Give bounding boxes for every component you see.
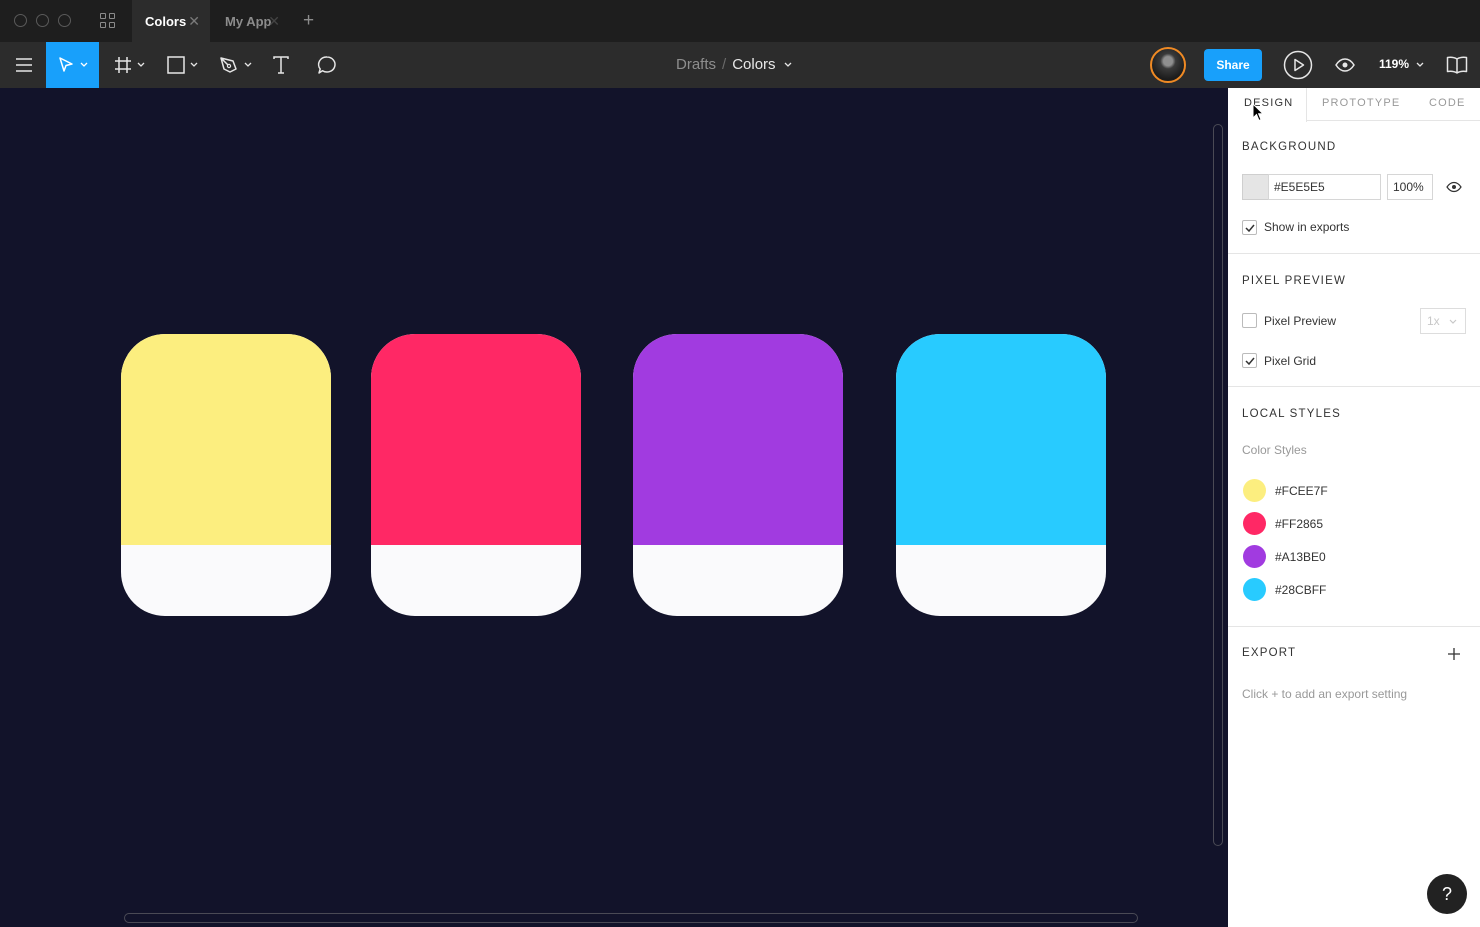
properties-panel: DESIGN PROTOTYPE CODE BACKGROUND #E5E5E5… bbox=[1228, 88, 1480, 927]
chevron-down-icon[interactable] bbox=[784, 62, 792, 68]
swatch-card-red[interactable] bbox=[371, 334, 581, 616]
swatch-card-purple[interactable] bbox=[633, 334, 843, 616]
swatch-fill bbox=[371, 334, 581, 545]
chevron-down-icon bbox=[244, 62, 251, 67]
view-settings-button[interactable] bbox=[1331, 42, 1359, 88]
local-styles-section-title: LOCAL STYLES bbox=[1242, 408, 1341, 420]
tab-label: Colors bbox=[145, 13, 187, 29]
chevron-down-icon bbox=[1416, 62, 1424, 67]
pixel-grid-label: Pixel Grid bbox=[1264, 354, 1317, 368]
color-style-name[interactable]: #FF2865 bbox=[1275, 517, 1323, 531]
swatch-fill bbox=[633, 334, 843, 545]
breadcrumb-separator: / bbox=[722, 56, 727, 73]
background-section-title: BACKGROUND bbox=[1242, 141, 1337, 153]
swatch-fill bbox=[896, 334, 1106, 545]
frame-icon bbox=[114, 57, 131, 73]
chevron-down-icon bbox=[1449, 319, 1457, 324]
tab-prototype[interactable]: PROTOTYPE bbox=[1322, 97, 1400, 109]
close-tab-icon[interactable]: ✕ bbox=[268, 13, 280, 30]
move-tool-button[interactable] bbox=[46, 42, 99, 88]
chevron-down-icon bbox=[80, 62, 88, 67]
comment-icon bbox=[317, 56, 336, 74]
cursor-arrow-icon bbox=[59, 57, 73, 72]
swatch-card-yellow[interactable] bbox=[121, 334, 331, 616]
eye-icon[interactable] bbox=[1446, 181, 1462, 193]
breadcrumb-file-name[interactable]: Colors bbox=[732, 56, 775, 73]
pen-icon bbox=[219, 57, 237, 73]
share-button[interactable]: Share bbox=[1204, 49, 1262, 81]
add-export-icon[interactable] bbox=[1448, 648, 1460, 660]
toolbar: Drafts / Colors Share 119% bbox=[0, 42, 1480, 88]
pixel-scale-value: 1x bbox=[1427, 314, 1440, 328]
avatar[interactable] bbox=[1150, 47, 1186, 83]
rectangle-icon bbox=[166, 56, 185, 74]
tab-colors[interactable]: Colors ✕ bbox=[132, 0, 210, 42]
app-window: Colors ✕ My App ✕ + Drafts / Colors Shar… bbox=[0, 0, 1480, 927]
new-tab-icon[interactable]: + bbox=[303, 10, 314, 32]
play-icon bbox=[1283, 50, 1313, 80]
color-style-name[interactable]: #FCEE7F bbox=[1275, 484, 1328, 498]
divider bbox=[1228, 386, 1480, 387]
color-style-dot[interactable] bbox=[1243, 479, 1266, 502]
color-style-dot[interactable] bbox=[1243, 512, 1266, 535]
divider bbox=[1228, 626, 1480, 627]
comment-tool-button[interactable] bbox=[311, 42, 343, 88]
shape-tool-button[interactable] bbox=[161, 42, 203, 88]
close-tab-icon[interactable]: ✕ bbox=[188, 13, 200, 30]
color-style-dot[interactable] bbox=[1243, 545, 1266, 568]
export-hint: Click + to add an export setting bbox=[1242, 687, 1408, 701]
show-in-exports-checkbox[interactable] bbox=[1242, 220, 1257, 235]
swatch-card-blue[interactable] bbox=[896, 334, 1106, 616]
horizontal-scrollbar[interactable] bbox=[124, 913, 1138, 923]
breadcrumb: Drafts / Colors bbox=[676, 56, 792, 73]
book-icon bbox=[1446, 56, 1468, 74]
canvas[interactable] bbox=[0, 88, 1228, 927]
panel-tabs: DESIGN PROTOTYPE CODE bbox=[1228, 88, 1480, 122]
swatch-fill bbox=[121, 334, 331, 545]
window-maximize-button[interactable] bbox=[58, 14, 71, 27]
file-browser-icon[interactable] bbox=[100, 13, 116, 29]
main-menu-icon[interactable] bbox=[8, 42, 40, 88]
chevron-down-icon bbox=[137, 62, 144, 67]
tab-code[interactable]: CODE bbox=[1429, 97, 1466, 109]
show-in-exports-label: Show in exports bbox=[1264, 220, 1350, 234]
background-opacity-input[interactable]: 100% bbox=[1387, 174, 1433, 200]
window-minimize-button[interactable] bbox=[36, 14, 49, 27]
divider bbox=[1228, 253, 1480, 254]
present-button[interactable] bbox=[1282, 42, 1314, 88]
zoom-dropdown[interactable]: 119% bbox=[1379, 57, 1424, 71]
tab-bar: Colors ✕ My App ✕ + bbox=[0, 0, 1480, 42]
background-hex-input[interactable]: #E5E5E5 bbox=[1268, 174, 1381, 200]
text-tool-button[interactable] bbox=[266, 42, 296, 88]
color-style-dot[interactable] bbox=[1243, 578, 1266, 601]
vertical-scrollbar[interactable] bbox=[1213, 124, 1223, 846]
color-styles-heading: Color Styles bbox=[1242, 443, 1307, 457]
pixel-grid-checkbox[interactable] bbox=[1242, 353, 1257, 368]
pen-tool-button[interactable] bbox=[214, 42, 256, 88]
breadcrumb-drafts[interactable]: Drafts bbox=[676, 56, 716, 73]
eye-icon bbox=[1335, 58, 1355, 72]
checkmark-icon bbox=[1244, 357, 1255, 365]
chevron-down-icon bbox=[190, 62, 197, 67]
export-section-title: EXPORT bbox=[1242, 647, 1297, 659]
frame-tool-button[interactable] bbox=[108, 42, 150, 88]
zoom-level: 119% bbox=[1379, 57, 1410, 71]
library-button[interactable] bbox=[1442, 42, 1472, 88]
mouse-cursor-icon bbox=[1252, 103, 1264, 122]
tab-my-app[interactable]: My App ✕ bbox=[212, 0, 290, 42]
help-button[interactable]: ? bbox=[1427, 874, 1467, 914]
checkmark-icon bbox=[1244, 224, 1255, 232]
pixel-preview-label: Pixel Preview bbox=[1264, 314, 1337, 328]
tab-label: My App bbox=[225, 13, 272, 29]
color-style-name[interactable]: #A13BE0 bbox=[1275, 550, 1326, 564]
pixel-preview-section-title: PIXEL PREVIEW bbox=[1242, 275, 1347, 287]
window-close-button[interactable] bbox=[14, 14, 27, 27]
color-style-name[interactable]: #28CBFF bbox=[1275, 583, 1326, 597]
pixel-scale-select[interactable]: 1x bbox=[1420, 308, 1466, 334]
text-icon bbox=[273, 56, 289, 74]
pixel-preview-checkbox[interactable] bbox=[1242, 313, 1257, 328]
background-color-swatch[interactable] bbox=[1242, 174, 1268, 200]
